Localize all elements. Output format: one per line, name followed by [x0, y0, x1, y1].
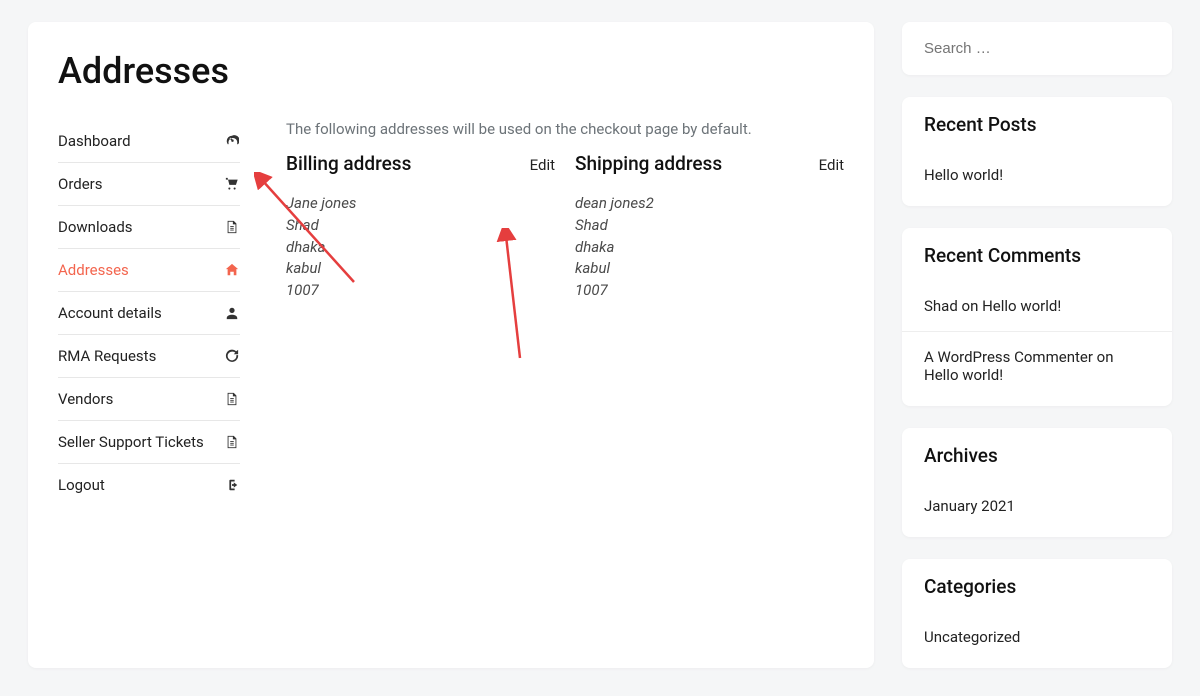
archive-link[interactable]: January 2021	[924, 493, 1150, 519]
nav-downloads[interactable]: Downloads	[58, 206, 240, 249]
nav-seller-tickets[interactable]: Seller Support Tickets	[58, 421, 240, 464]
nav-dashboard[interactable]: Dashboard	[58, 120, 240, 163]
comment-on: on	[962, 297, 979, 315]
user-icon	[224, 305, 240, 321]
file-icon	[224, 219, 240, 235]
right-sidebar: Recent Posts Hello world! Recent Comment…	[902, 22, 1172, 668]
main-panel: Addresses Dashboard Orders Downloads Add…	[28, 22, 874, 668]
addr-line: dean jones2	[575, 193, 844, 215]
billing-address: Jane jones Shad dhaka kabul 1007	[286, 193, 555, 302]
nav-label: RMA Requests	[58, 347, 156, 365]
addr-line: kabul	[575, 258, 844, 280]
nav-rma[interactable]: RMA Requests	[58, 335, 240, 378]
comment-on: on	[1097, 348, 1114, 366]
page-title: Addresses	[58, 50, 844, 92]
comment-author: A WordPress Commenter	[924, 348, 1093, 366]
widget-title: Recent Posts	[924, 113, 1150, 136]
addr-line: 1007	[575, 280, 844, 302]
addr-line: Shad	[575, 215, 844, 237]
recent-post-link[interactable]: Hello world!	[924, 162, 1150, 188]
widget-title: Archives	[924, 444, 1150, 467]
addr-line: kabul	[286, 258, 555, 280]
nav-label: Account details	[58, 304, 162, 322]
address-content: The following addresses will be used on …	[286, 120, 844, 506]
addr-line: 1007	[286, 280, 555, 302]
archives-widget: Archives January 2021	[902, 428, 1172, 537]
billing-edit-link[interactable]: Edit	[530, 156, 555, 174]
nav-addresses[interactable]: Addresses	[58, 249, 240, 292]
addr-line: Shad	[286, 215, 555, 237]
refresh-icon	[224, 348, 240, 364]
nav-label: Orders	[58, 175, 103, 193]
addr-line: Jane jones	[286, 193, 555, 215]
shipping-title: Shipping address	[575, 152, 722, 175]
recent-comment-item[interactable]: Shad on Hello world!	[924, 293, 1150, 319]
nav-label: Downloads	[58, 218, 133, 236]
logout-icon	[224, 477, 240, 493]
cart-icon	[224, 176, 240, 192]
comment-post: Hello world!	[982, 297, 1061, 315]
nav-orders[interactable]: Orders	[58, 163, 240, 206]
categories-widget: Categories Uncategorized	[902, 559, 1172, 668]
addr-line: dhaka	[575, 237, 844, 259]
comment-post: Hello world!	[924, 366, 1003, 384]
divider	[902, 331, 1172, 332]
shipping-edit-link[interactable]: Edit	[819, 156, 844, 174]
addr-line: dhaka	[286, 237, 555, 259]
widget-title: Categories	[924, 575, 1150, 598]
account-nav: Dashboard Orders Downloads Addresses Acc…	[58, 120, 240, 506]
nav-label: Vendors	[58, 390, 113, 408]
dashboard-icon	[224, 133, 240, 149]
shipping-column: Shipping address Edit dean jones2 Shad d…	[575, 152, 844, 302]
nav-logout[interactable]: Logout	[58, 464, 240, 506]
file-icon	[224, 434, 240, 450]
nav-label: Seller Support Tickets	[58, 433, 204, 451]
search-widget	[902, 22, 1172, 75]
nav-label: Logout	[58, 476, 105, 494]
intro-text: The following addresses will be used on …	[286, 120, 844, 138]
nav-label: Dashboard	[58, 132, 131, 150]
category-link[interactable]: Uncategorized	[924, 624, 1150, 650]
nav-label: Addresses	[58, 261, 129, 279]
search-input[interactable]	[924, 40, 1150, 57]
billing-title: Billing address	[286, 152, 411, 175]
nav-vendors[interactable]: Vendors	[58, 378, 240, 421]
recent-comment-item[interactable]: A WordPress Commenter on Hello world!	[924, 344, 1150, 388]
home-icon	[224, 262, 240, 278]
nav-account-details[interactable]: Account details	[58, 292, 240, 335]
comment-author: Shad	[924, 297, 958, 315]
widget-title: Recent Comments	[924, 244, 1150, 267]
shipping-address: dean jones2 Shad dhaka kabul 1007	[575, 193, 844, 302]
file-icon	[224, 391, 240, 407]
recent-comments-widget: Recent Comments Shad on Hello world! A W…	[902, 228, 1172, 406]
billing-column: Billing address Edit Jane jones Shad dha…	[286, 152, 555, 302]
recent-posts-widget: Recent Posts Hello world!	[902, 97, 1172, 206]
